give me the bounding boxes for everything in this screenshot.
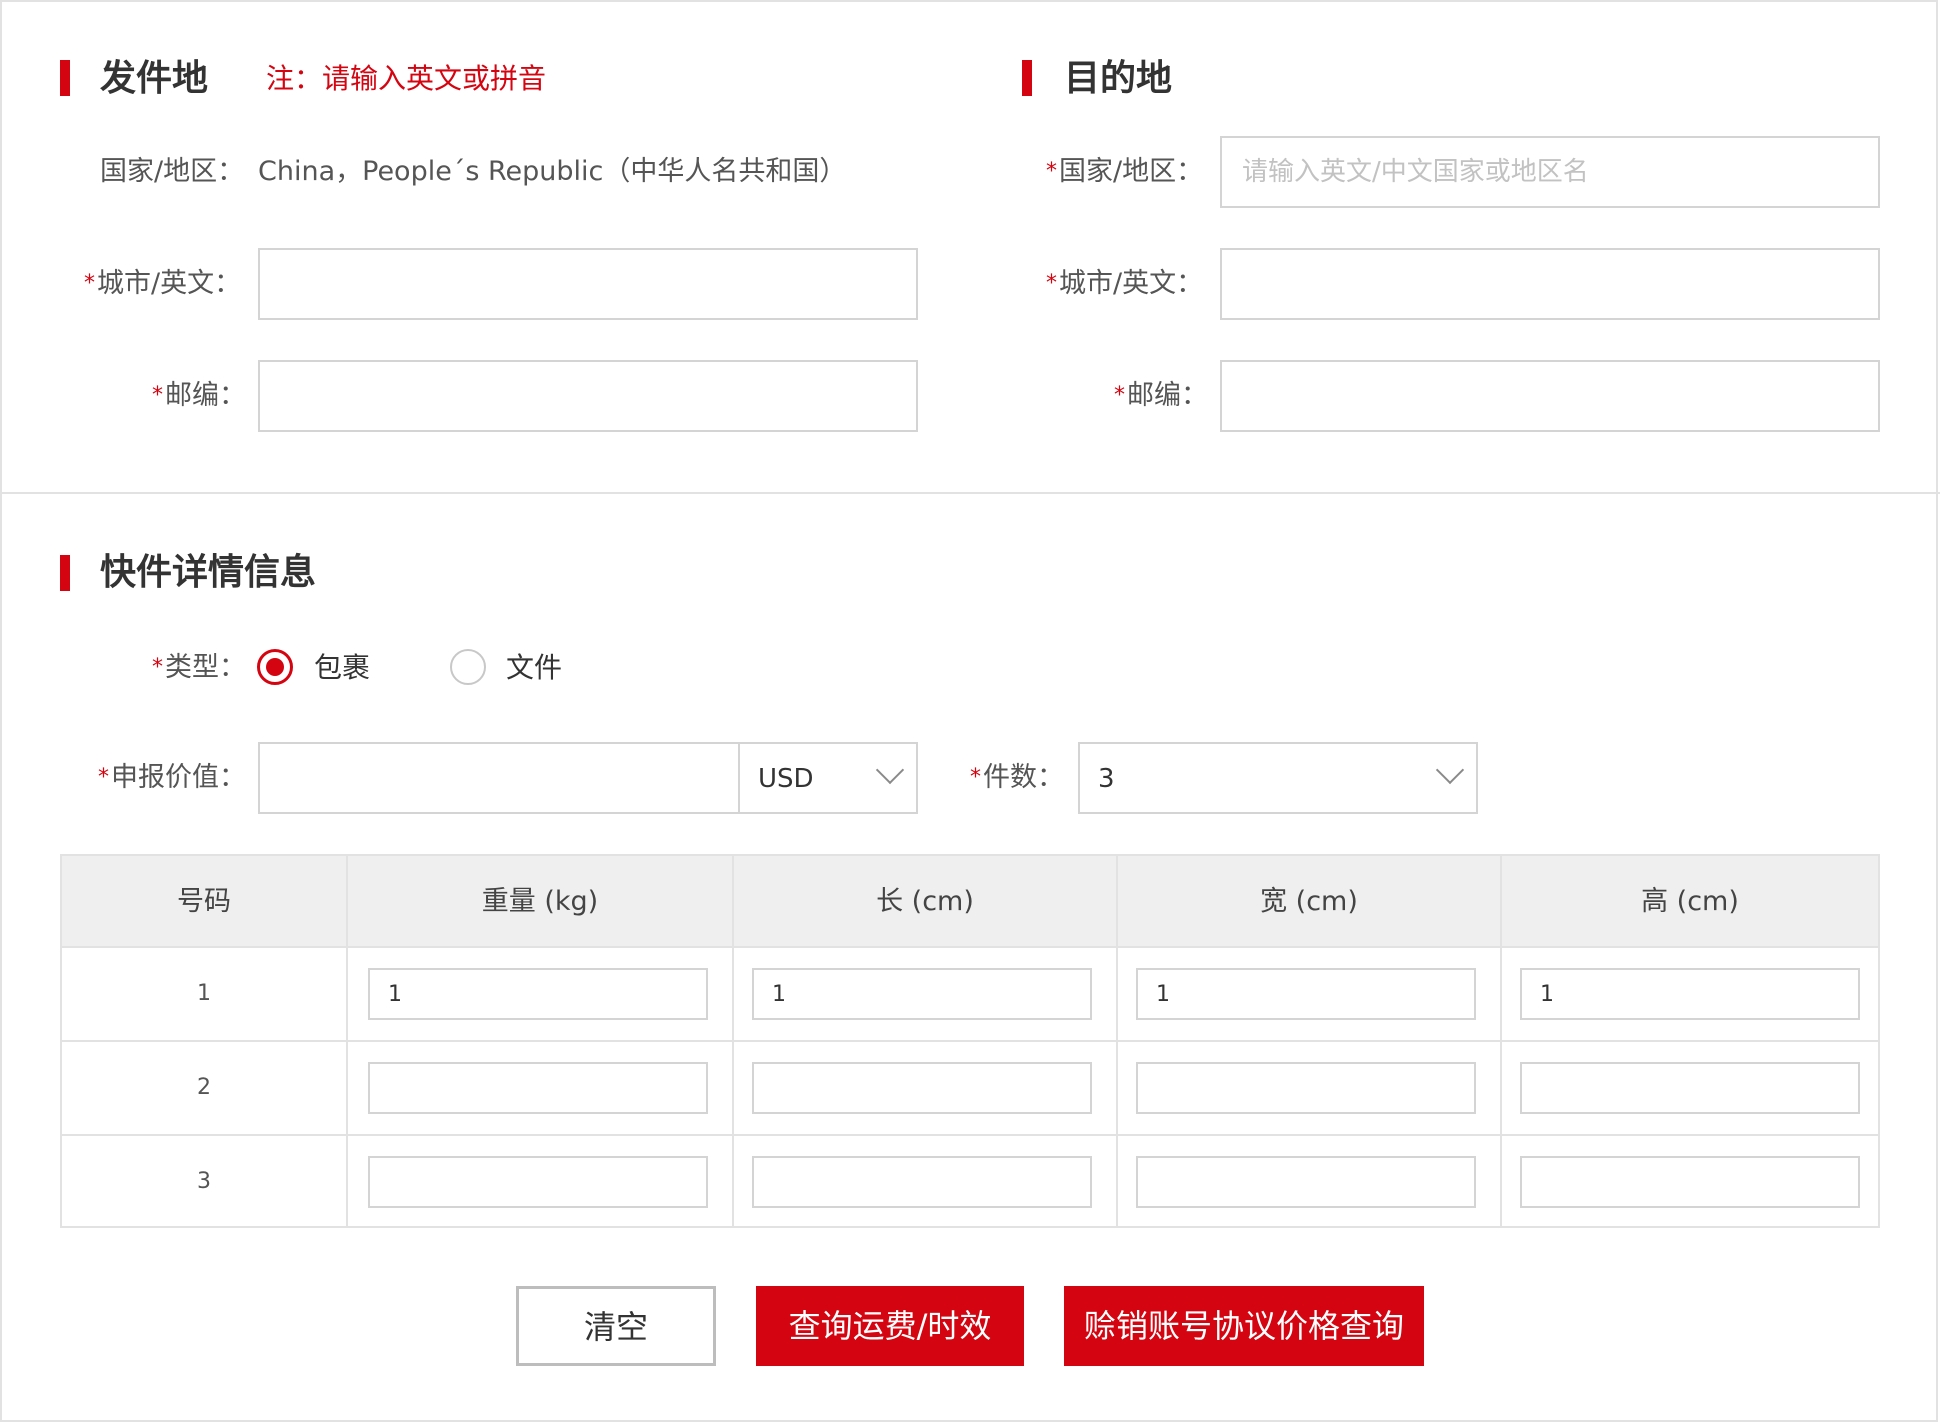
destination-zip-label-text: 邮编： bbox=[1127, 380, 1208, 411]
declared-value-input[interactable] bbox=[258, 742, 742, 814]
destination-country-label: *国家/地区： bbox=[1046, 152, 1203, 192]
row-1-number: 1 bbox=[197, 981, 211, 1006]
type-option-parcel-label[interactable]: 包裹 bbox=[314, 648, 370, 688]
destination-title: 目的地 bbox=[1064, 58, 1173, 99]
row-2-length-input[interactable] bbox=[752, 1062, 1092, 1114]
package-dimensions-table: 号码 重量 (kg) 长 (cm) 宽 (cm) 高 (cm) 1 2 3 bbox=[60, 854, 1880, 1228]
currency-select[interactable]: USD bbox=[738, 742, 918, 814]
destination-city-label: *城市/英文： bbox=[1046, 264, 1203, 304]
destination-country-label-text: 国家/地区： bbox=[1059, 156, 1204, 187]
chevron-down-icon bbox=[875, 755, 905, 785]
pieces-label: *件数： bbox=[970, 758, 1064, 798]
origin-zip-label: *邮编： bbox=[152, 376, 246, 416]
row-divider bbox=[62, 1134, 1878, 1136]
required-asterisk: * bbox=[1114, 383, 1125, 408]
destination-country-input[interactable] bbox=[1220, 136, 1880, 208]
destination-zip-label: *邮编： bbox=[1114, 376, 1208, 416]
row-2-width-input[interactable] bbox=[1136, 1062, 1476, 1114]
type-option-document-label[interactable]: 文件 bbox=[506, 648, 562, 688]
currency-selected-value: USD bbox=[758, 764, 814, 794]
pieces-label-text: 件数： bbox=[983, 762, 1064, 793]
pieces-selected-value: 3 bbox=[1098, 764, 1115, 794]
section-divider bbox=[0, 492, 1940, 494]
row-3-weight-input[interactable] bbox=[368, 1156, 708, 1208]
details-title: 快件详情信息 bbox=[100, 552, 317, 593]
header-height: 高 (cm) bbox=[1641, 886, 1739, 917]
type-radio-parcel[interactable] bbox=[257, 649, 293, 685]
pieces-select[interactable]: 3 bbox=[1078, 742, 1478, 814]
row-1-height-input[interactable] bbox=[1520, 968, 1860, 1020]
header-number: 号码 bbox=[177, 886, 231, 917]
chevron-down-icon bbox=[1435, 755, 1465, 785]
clear-button[interactable]: 清空 bbox=[516, 1286, 716, 1366]
row-3-length-input[interactable] bbox=[752, 1156, 1092, 1208]
row-divider bbox=[62, 1040, 1878, 1042]
row-2-number: 2 bbox=[197, 1075, 211, 1100]
destination-city-input[interactable] bbox=[1220, 248, 1880, 320]
row-1-width-input[interactable] bbox=[1136, 968, 1476, 1020]
query-rate-transit-button[interactable]: 查询运费/时效 bbox=[756, 1286, 1024, 1366]
origin-city-label: *城市/英文： bbox=[84, 264, 241, 304]
required-asterisk: * bbox=[152, 383, 163, 408]
row-3-number: 3 bbox=[197, 1169, 211, 1194]
account-rate-query-button[interactable]: 赊销账号协议价格查询 bbox=[1064, 1286, 1424, 1366]
row-3-height-input[interactable] bbox=[1520, 1156, 1860, 1208]
origin-input-note: 注：请输入英文或拼音 bbox=[266, 62, 547, 95]
destination-section-marker bbox=[1022, 60, 1032, 96]
origin-city-input[interactable] bbox=[258, 248, 918, 320]
row-3-width-input[interactable] bbox=[1136, 1156, 1476, 1208]
row-2-weight-input[interactable] bbox=[368, 1062, 708, 1114]
origin-title: 发件地 bbox=[100, 58, 209, 99]
required-asterisk: * bbox=[152, 655, 163, 680]
required-asterisk: * bbox=[98, 765, 109, 790]
type-label-text: 类型： bbox=[165, 652, 246, 683]
required-asterisk: * bbox=[1046, 159, 1057, 184]
type-label: *类型： bbox=[152, 648, 246, 688]
origin-country-label: 国家/地区： bbox=[100, 156, 245, 187]
required-asterisk: * bbox=[84, 271, 95, 296]
origin-country-value: China，People´s Republic（中华人名共和国） bbox=[258, 156, 847, 187]
destination-city-label-text: 城市/英文： bbox=[1059, 268, 1204, 299]
required-asterisk: * bbox=[970, 765, 981, 790]
origin-city-label-text: 城市/英文： bbox=[97, 268, 242, 299]
origin-zip-input[interactable] bbox=[258, 360, 918, 432]
origin-section-marker bbox=[60, 60, 70, 96]
type-radio-document[interactable] bbox=[450, 649, 486, 685]
row-1-weight-input[interactable] bbox=[368, 968, 708, 1020]
row-1-length-input[interactable] bbox=[752, 968, 1092, 1020]
destination-zip-input[interactable] bbox=[1220, 360, 1880, 432]
header-length: 长 (cm) bbox=[876, 886, 974, 917]
declared-value-label-text: 申报价值： bbox=[111, 762, 246, 793]
declared-value-label: *申报价值： bbox=[98, 758, 246, 798]
header-weight: 重量 (kg) bbox=[481, 886, 599, 917]
required-asterisk: * bbox=[1046, 271, 1057, 296]
header-width: 宽 (cm) bbox=[1260, 886, 1358, 917]
row-2-height-input[interactable] bbox=[1520, 1062, 1860, 1114]
details-section-marker bbox=[60, 555, 70, 591]
origin-zip-label-text: 邮编： bbox=[165, 380, 246, 411]
